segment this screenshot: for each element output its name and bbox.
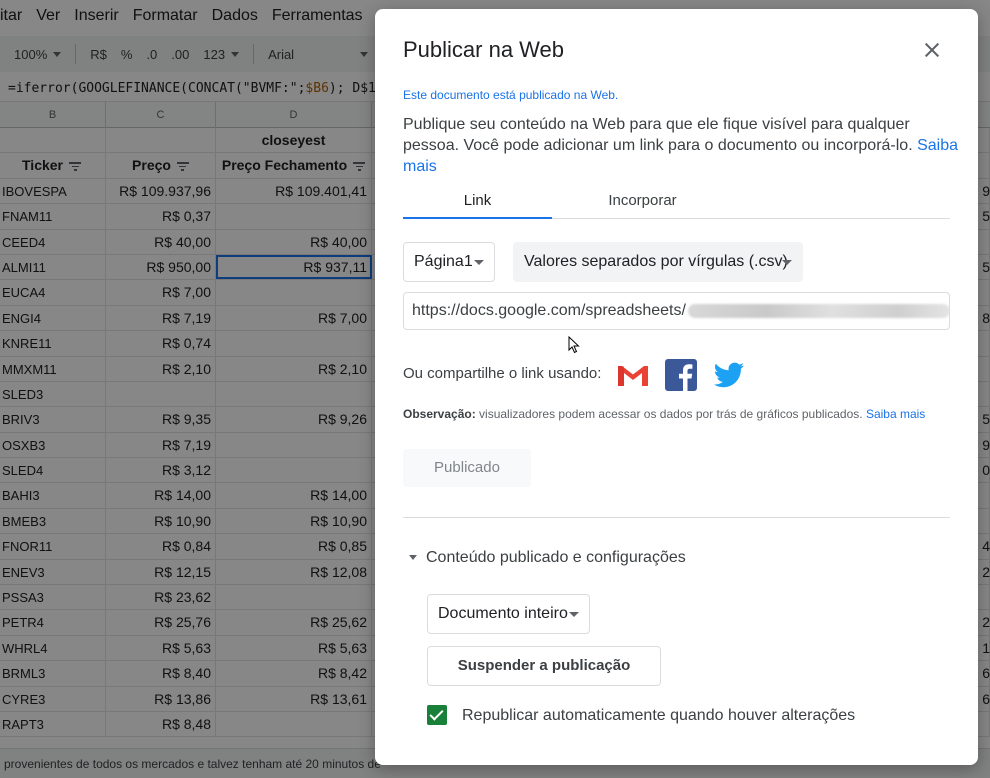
redacted-url-part: [687, 303, 949, 318]
auto-republish-checkbox[interactable]: [427, 705, 447, 725]
description-text: Publique seu conteúdo na Web para que el…: [403, 116, 913, 154]
sheet-select-value: Página1: [414, 253, 473, 270]
mouse-cursor-icon: [568, 336, 580, 354]
published-button: Publicado: [403, 449, 531, 487]
twitter-icon[interactable]: [711, 357, 747, 393]
note-text: visualizadores podem acessar os dados po…: [475, 407, 863, 421]
publish-to-web-dialog: Publicar na Web Este documento está publ…: [375, 9, 978, 765]
publish-scope-select[interactable]: Documento inteiro: [427, 594, 590, 634]
share-label: Ou compartilhe o link usando:: [403, 365, 602, 382]
dialog-description: Publique seu conteúdo na Web para que el…: [403, 114, 963, 177]
section-label: Conteúdo publicado e configurações: [426, 549, 686, 566]
tab-link[interactable]: Link: [403, 189, 552, 219]
published-url-field[interactable]: https://docs.google.com/spreadsheets/: [403, 292, 950, 330]
chevron-down-icon: [569, 612, 579, 617]
sheet-select[interactable]: Página1: [403, 242, 495, 282]
auto-republish-label: Republicar automaticamente quando houver…: [462, 707, 856, 724]
published-status-note: Este documento está publicado na Web.: [403, 88, 619, 102]
publish-scope-value: Documento inteiro: [438, 605, 568, 622]
note-learn-more-link[interactable]: Saiba mais: [866, 407, 925, 421]
publish-tabs: Link Incorporar: [403, 189, 950, 219]
format-select[interactable]: Valores separados por vírgulas (.csv): [513, 242, 803, 282]
stop-publishing-button[interactable]: Suspender a publicação: [427, 646, 661, 686]
section-divider: [403, 517, 950, 518]
facebook-icon[interactable]: [663, 357, 699, 393]
note-label: Observação:: [403, 407, 476, 421]
close-icon[interactable]: [921, 39, 943, 61]
published-url: https://docs.google.com/spreadsheets/: [412, 302, 686, 319]
gmail-icon[interactable]: [615, 357, 651, 393]
dialog-title: Publicar na Web: [403, 37, 565, 62]
tab-embed[interactable]: Incorporar: [568, 189, 717, 219]
published-content-settings-toggle[interactable]: Conteúdo publicado e configurações: [409, 549, 686, 567]
publishing-note: Observação: visualizadores podem acessar…: [403, 407, 925, 421]
caret-down-icon: [409, 555, 417, 561]
format-select-value: Valores separados por vírgulas (.csv): [524, 253, 788, 270]
chevron-down-icon: [782, 260, 792, 265]
chevron-down-icon: [474, 260, 484, 265]
